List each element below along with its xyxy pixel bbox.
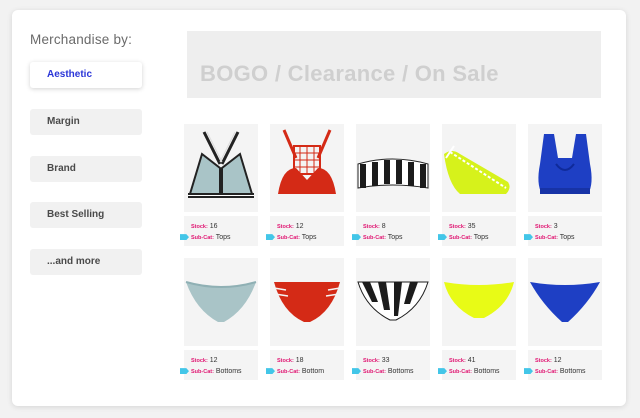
- stock-value: 12: [295, 223, 304, 230]
- stock-label: Stock:: [277, 224, 294, 230]
- merchandise-by-heading: Merchandise by:: [30, 32, 133, 47]
- subcat-label: Sub-Cat:: [535, 235, 558, 241]
- product-image-red-strappy-bottom[interactable]: [270, 258, 344, 346]
- tag-icon: [180, 368, 189, 375]
- stock-label: Stock:: [535, 224, 552, 230]
- stock-value: 16: [209, 223, 218, 230]
- product-image-striped-strap-top[interactable]: [184, 124, 258, 212]
- sidebar-item-aesthetic[interactable]: Aesthetic: [30, 62, 142, 88]
- stock-value: 12: [209, 357, 218, 364]
- product-info-tops-4: Stock: 35 Sub-Cat: Tops: [438, 216, 516, 246]
- stock-label: Stock:: [277, 358, 294, 364]
- subcat-value: Tops: [301, 234, 317, 241]
- subcat-value: Bottom: [301, 368, 325, 375]
- product-image-blue-thong-bottom[interactable]: [528, 258, 602, 346]
- stock-value: 3: [553, 223, 558, 230]
- subcat-value: Bottoms: [473, 368, 500, 375]
- stock-label: Stock:: [449, 224, 466, 230]
- subcat-label: Sub-Cat:: [363, 235, 386, 241]
- tag-icon: [266, 234, 275, 241]
- subcat-value: Bottoms: [387, 368, 414, 375]
- stock-label: Stock:: [191, 358, 208, 364]
- product-image-blue-racerback-top[interactable]: [528, 124, 602, 212]
- stock-label: Stock:: [191, 224, 208, 230]
- subcat-value: Tops: [215, 234, 231, 241]
- product-info-bottoms-4: Stock: 41 Sub-Cat: Bottoms: [438, 350, 516, 380]
- stock-label: Stock:: [363, 358, 380, 364]
- subcat-label: Sub-Cat:: [535, 369, 558, 375]
- product-info-tops-3: Stock: 8 Sub-Cat: Tops: [352, 216, 430, 246]
- subcat-value: Tops: [473, 234, 489, 241]
- stock-value: 18: [295, 357, 304, 364]
- stock-value: 33: [381, 357, 390, 364]
- tag-icon: [266, 368, 275, 375]
- subcat-label: Sub-Cat:: [363, 369, 386, 375]
- sidebar-item-brand[interactable]: Brand: [30, 156, 142, 182]
- banner-title: BOGO / Clearance / On Sale: [200, 61, 499, 86]
- stock-label: Stock:: [449, 358, 466, 364]
- tag-icon: [524, 368, 533, 375]
- product-info-bottoms-1: Stock: 12 Sub-Cat: Bottoms: [180, 350, 258, 380]
- stock-value: 41: [467, 357, 476, 364]
- tag-icon: [524, 234, 533, 241]
- stock-value: 12: [553, 357, 562, 364]
- stock-value: 35: [467, 223, 476, 230]
- tag-icon: [180, 234, 189, 241]
- product-info-bottoms-3: Stock: 33 Sub-Cat: Bottoms: [352, 350, 430, 380]
- subcat-label: Sub-Cat:: [277, 235, 300, 241]
- subcat-label: Sub-Cat:: [449, 369, 472, 375]
- product-info-bottoms-2: Stock: 18 Sub-Cat: Bottom: [266, 350, 344, 380]
- product-info-tops-5: Stock: 3 Sub-Cat: Tops: [524, 216, 602, 246]
- subcat-value: Tops: [559, 234, 575, 241]
- product-image-neon-yellow-bottom[interactable]: [442, 258, 516, 346]
- stock-label: Stock:: [535, 358, 552, 364]
- product-info-tops-1: Stock: 16 Sub-Cat: Tops: [180, 216, 258, 246]
- tag-icon: [438, 368, 447, 375]
- product-image-red-crochet-top[interactable]: [270, 124, 344, 212]
- product-image-striped-bandeau-top[interactable]: [356, 124, 430, 212]
- product-image-light-blue-bottom[interactable]: [184, 258, 258, 346]
- stock-label: Stock:: [363, 224, 380, 230]
- tag-icon: [352, 368, 361, 375]
- sidebar-item-margin[interactable]: Margin: [30, 109, 142, 135]
- subcat-value: Bottoms: [215, 368, 242, 375]
- subcat-label: Sub-Cat:: [191, 235, 214, 241]
- subcat-value: Bottoms: [559, 368, 586, 375]
- subcat-label: Sub-Cat:: [191, 369, 214, 375]
- tag-icon: [438, 234, 447, 241]
- tag-icon: [352, 234, 361, 241]
- sidebar-item-and-more[interactable]: ...and more: [30, 249, 142, 275]
- promo-banner[interactable]: BOGO / Clearance / On Sale: [187, 31, 601, 98]
- subcat-label: Sub-Cat:: [449, 235, 472, 241]
- subcat-label: Sub-Cat:: [277, 369, 300, 375]
- subcat-value: Tops: [387, 234, 403, 241]
- product-info-bottoms-5: Stock: 12 Sub-Cat: Bottoms: [524, 350, 602, 380]
- product-image-striped-bottom[interactable]: [356, 258, 430, 346]
- stock-value: 8: [381, 223, 386, 230]
- product-image-neon-one-shoulder-top[interactable]: [442, 124, 516, 212]
- sidebar-item-best-selling[interactable]: Best Selling: [30, 202, 142, 228]
- product-info-tops-2: Stock: 12 Sub-Cat: Tops: [266, 216, 344, 246]
